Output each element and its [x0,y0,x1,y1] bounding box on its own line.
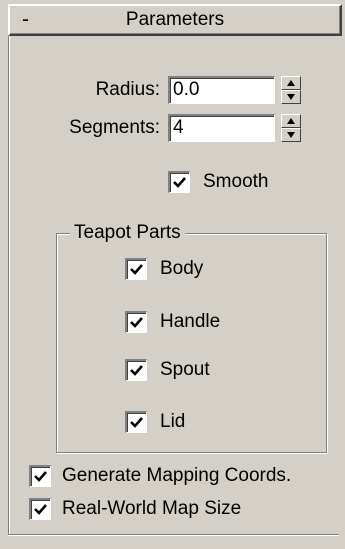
segments-spin-up-icon[interactable] [281,114,301,128]
real-world-map-label: Real-World Map Size [62,498,242,519]
segments-spin-down-icon[interactable] [281,128,301,142]
segments-input[interactable]: 4 [168,114,275,142]
rollout-title: Parameters [125,9,225,30]
part-body-checkbox[interactable] [125,258,147,280]
radius-spin-down-icon[interactable] [281,90,301,104]
segments-spinner[interactable] [281,114,301,142]
checkmark-icon [34,504,47,515]
radius-input[interactable]: 0.0 [168,76,275,104]
parameters-panel: - Parameters Radius: 0.0 Segments: 4 Smo… [0,0,345,549]
part-handle-checkbox[interactable] [125,311,147,333]
segments-label: Segments: [69,117,160,138]
part-spout-checkbox[interactable] [125,359,147,381]
checkmark-icon [130,317,143,328]
real-world-map-checkbox[interactable] [29,498,51,520]
radius-spin-up-icon[interactable] [281,76,301,90]
radius-label: Radius: [95,79,160,100]
teapot-parts-title: Teapot Parts [70,221,185,245]
smooth-checkbox[interactable] [168,171,190,193]
part-lid-label: Lid [160,411,186,432]
radius-spinner[interactable] [281,76,301,104]
parameters-rollout-header[interactable]: - Parameters [8,4,342,36]
part-spout-label: Spout [160,359,210,380]
part-handle-label: Handle [160,311,221,332]
checkmark-icon [130,365,143,376]
smooth-label: Smooth [203,171,269,192]
checkmark-icon [34,471,47,482]
part-body-label: Body [160,258,204,279]
generate-mapping-checkbox[interactable] [29,465,51,487]
checkmark-icon [130,264,143,275]
checkmark-icon [130,417,143,428]
part-lid-checkbox[interactable] [125,411,147,433]
checkmark-icon [173,177,186,188]
generate-mapping-label: Generate Mapping Coords. [62,465,292,486]
